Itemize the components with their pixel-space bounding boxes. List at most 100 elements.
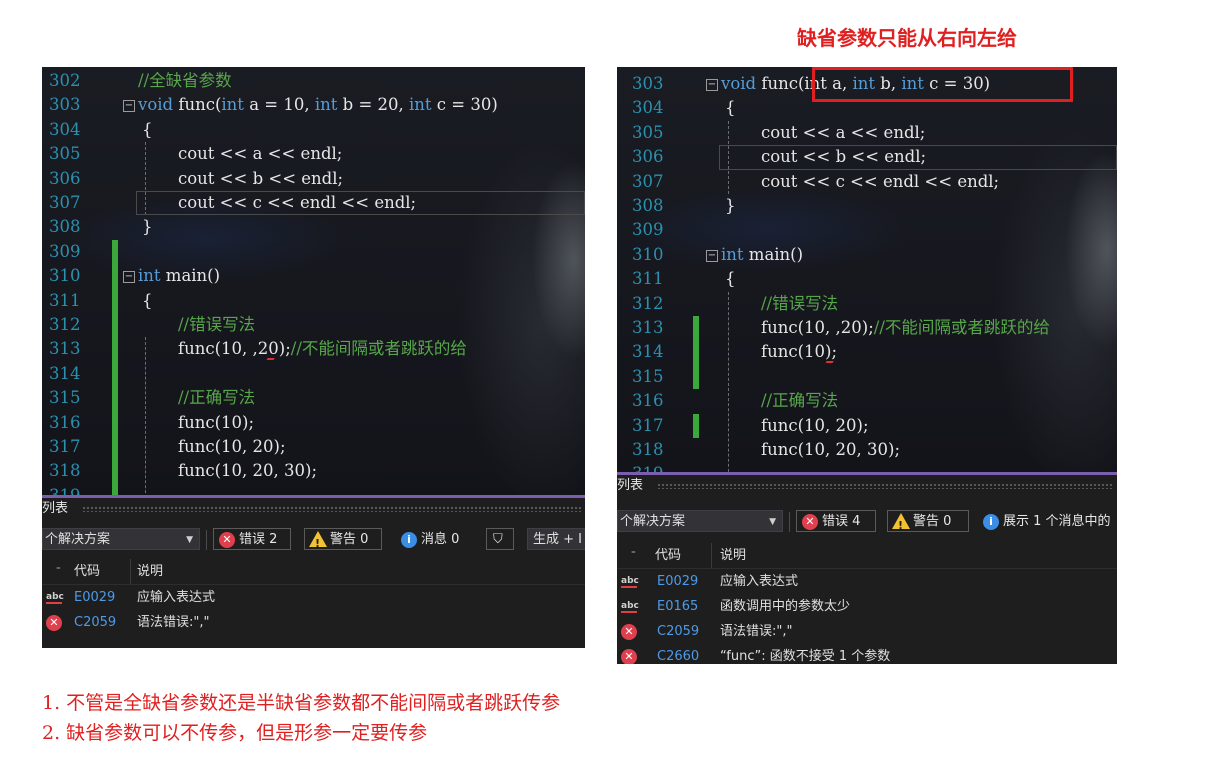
- code-token: main(): [743, 244, 804, 264]
- code-token: int: [721, 244, 744, 264]
- line-number: 304: [632, 98, 664, 118]
- code-line[interactable]: 314 func(10);: [617, 340, 1117, 365]
- error-row[interactable]: abc E0165 函数调用中的参数太少: [617, 594, 1117, 619]
- error-row[interactable]: abc E0029 应输入表达式: [617, 569, 1117, 594]
- code-line[interactable]: 307 cout << c << endl << endl;: [617, 170, 1117, 195]
- collapse-toggle-icon[interactable]: −: [123, 100, 135, 113]
- code-text: {: [142, 289, 153, 314]
- heading-note: 缺省参数只能从右向左给: [797, 26, 1017, 50]
- code-line[interactable]: 311 {: [42, 289, 585, 314]
- errors-filter-button[interactable]: ✕ 错误 2: [213, 528, 291, 550]
- warnings-filter-button[interactable]: ! 警告 0: [304, 528, 382, 550]
- code-line[interactable]: 309: [42, 240, 585, 265]
- code-text: //正确写法: [761, 389, 838, 414]
- scope-dropdown[interactable]: 个解决方案 ▼: [617, 510, 783, 532]
- line-number: 309: [49, 241, 81, 261]
- code-line[interactable]: 312 //错误写法: [617, 292, 1117, 317]
- error-row[interactable]: ✕ C2660 “func”: 函数不接受 1 个参数: [617, 644, 1117, 664]
- code-line[interactable]: 317 func(10, 20);: [617, 414, 1117, 439]
- col-code-header[interactable]: 代码: [74, 559, 100, 584]
- error-code[interactable]: C2660: [657, 644, 699, 664]
- error-row[interactable]: ✕ C2059 语法错误:",": [42, 610, 585, 635]
- code-line[interactable]: 305 cout << a << endl;: [42, 142, 585, 167]
- error-description: 语法错误:",": [720, 624, 793, 639]
- error-row[interactable]: ✕ C2059 语法错误:",": [617, 619, 1117, 644]
- code-text: //错误写法: [761, 292, 838, 317]
- code-line[interactable]: 315: [617, 365, 1117, 390]
- code-token: void: [721, 74, 757, 93]
- line-number: 309: [632, 220, 664, 240]
- code-line[interactable]: 310 int main(): [617, 243, 1117, 268]
- error-list-title: 列表: [617, 478, 644, 493]
- code-text: int main(): [138, 264, 220, 289]
- indent-guide: [728, 291, 730, 472]
- error-code[interactable]: E0029: [657, 569, 698, 594]
- filter-button[interactable]: ⛉: [486, 528, 514, 550]
- code-line[interactable]: 313 func(10, ,20);//不能间隔或者跳跃的给: [617, 316, 1117, 341]
- code-text: int main(): [721, 243, 803, 268]
- code-line[interactable]: 313 func(10, ,20);//不能间隔或者跳跃的给: [42, 337, 585, 362]
- line-number: 314: [632, 342, 664, 362]
- sort-icon[interactable]: ⁼: [631, 543, 636, 568]
- collapse-toggle-icon[interactable]: −: [706, 249, 718, 262]
- code-line[interactable]: 316 //正确写法: [617, 389, 1117, 414]
- code-line[interactable]: 318 func(10, 20, 30);: [617, 438, 1117, 463]
- scope-dropdown[interactable]: 个解决方案 ▼: [42, 528, 200, 550]
- messages-filter-button[interactable]: i 消息 0: [395, 528, 473, 550]
- line-number: 304: [49, 119, 81, 139]
- error-row[interactable]: abc E0029 应输入表达式: [42, 585, 585, 610]
- errors-filter-button[interactable]: ✕ 错误 4: [796, 510, 876, 532]
- code-line[interactable]: 304 {: [42, 118, 585, 143]
- line-number: 305: [632, 122, 664, 142]
- drag-grip[interactable]: [82, 506, 581, 512]
- current-line-highlight: [719, 145, 1117, 170]
- warnings-label: 警告 0: [330, 532, 369, 547]
- col-desc-header[interactable]: 说明: [137, 559, 163, 584]
- line-number: 318: [632, 440, 664, 459]
- divider: [206, 530, 207, 550]
- messages-label: 展示 1 个消息中的: [1003, 514, 1111, 529]
- code-text: }: [725, 194, 736, 219]
- error-code[interactable]: E0029: [74, 585, 115, 610]
- change-marker: [693, 413, 699, 438]
- code-token: {: [142, 290, 153, 310]
- warnings-filter-button[interactable]: ! 警告 0: [887, 510, 969, 532]
- intellisense-error-icon: abc: [46, 592, 64, 604]
- code-line[interactable]: 319: [617, 462, 1117, 472]
- note-2: 2. 缺省参数可以不传参，但是形参一定要传参: [42, 722, 428, 744]
- collapse-toggle-icon[interactable]: −: [123, 271, 135, 284]
- line-number: 313: [49, 339, 81, 359]
- collapse-toggle-icon[interactable]: −: [706, 79, 718, 91]
- error-code[interactable]: E0165: [657, 594, 698, 619]
- code-line[interactable]: 315 //正确写法: [42, 386, 585, 411]
- error-code[interactable]: C2059: [657, 619, 699, 644]
- code-line[interactable]: 308}: [617, 194, 1117, 219]
- code-line[interactable]: 314: [42, 362, 585, 387]
- code-line[interactable]: 312 //错误写法: [42, 313, 585, 338]
- scope-value: 个解决方案: [45, 532, 111, 547]
- line-number: 317: [632, 415, 664, 435]
- code-line[interactable]: 302 //全缺省参数: [42, 69, 585, 94]
- code-token: }: [725, 196, 736, 215]
- build-scope-dropdown[interactable]: 生成 + I: [527, 528, 585, 550]
- drag-grip[interactable]: [657, 483, 1113, 489]
- line-number: 307: [632, 171, 664, 191]
- sort-icon[interactable]: ⁼: [56, 559, 61, 584]
- code-text: func(10, ,20);//不能间隔或者跳跃的给: [178, 337, 467, 362]
- code-line[interactable]: 316 func(10);: [42, 411, 585, 436]
- code-line[interactable]: 306 cout << b << endl;: [42, 167, 585, 192]
- code-line[interactable]: 318 func(10, 20, 30);: [42, 459, 585, 484]
- current-line-highlight: [136, 191, 585, 216]
- highlight-box: [812, 67, 1073, 102]
- code-text: func(10);: [178, 411, 254, 436]
- code-line[interactable]: 311 {: [617, 267, 1117, 292]
- col-desc-header[interactable]: 说明: [720, 543, 746, 568]
- code-line[interactable]: 308}: [42, 215, 585, 240]
- code-line[interactable]: 317 func(10, 20);: [42, 435, 585, 460]
- code-line[interactable]: 309: [617, 218, 1117, 243]
- code-line[interactable]: 319: [42, 484, 585, 495]
- error-code[interactable]: C2059: [74, 610, 116, 635]
- col-code-header[interactable]: 代码: [655, 543, 681, 568]
- code-line[interactable]: 305 cout << a << endl;: [617, 121, 1117, 146]
- messages-filter-button[interactable]: i 展示 1 个消息中的: [977, 510, 1117, 532]
